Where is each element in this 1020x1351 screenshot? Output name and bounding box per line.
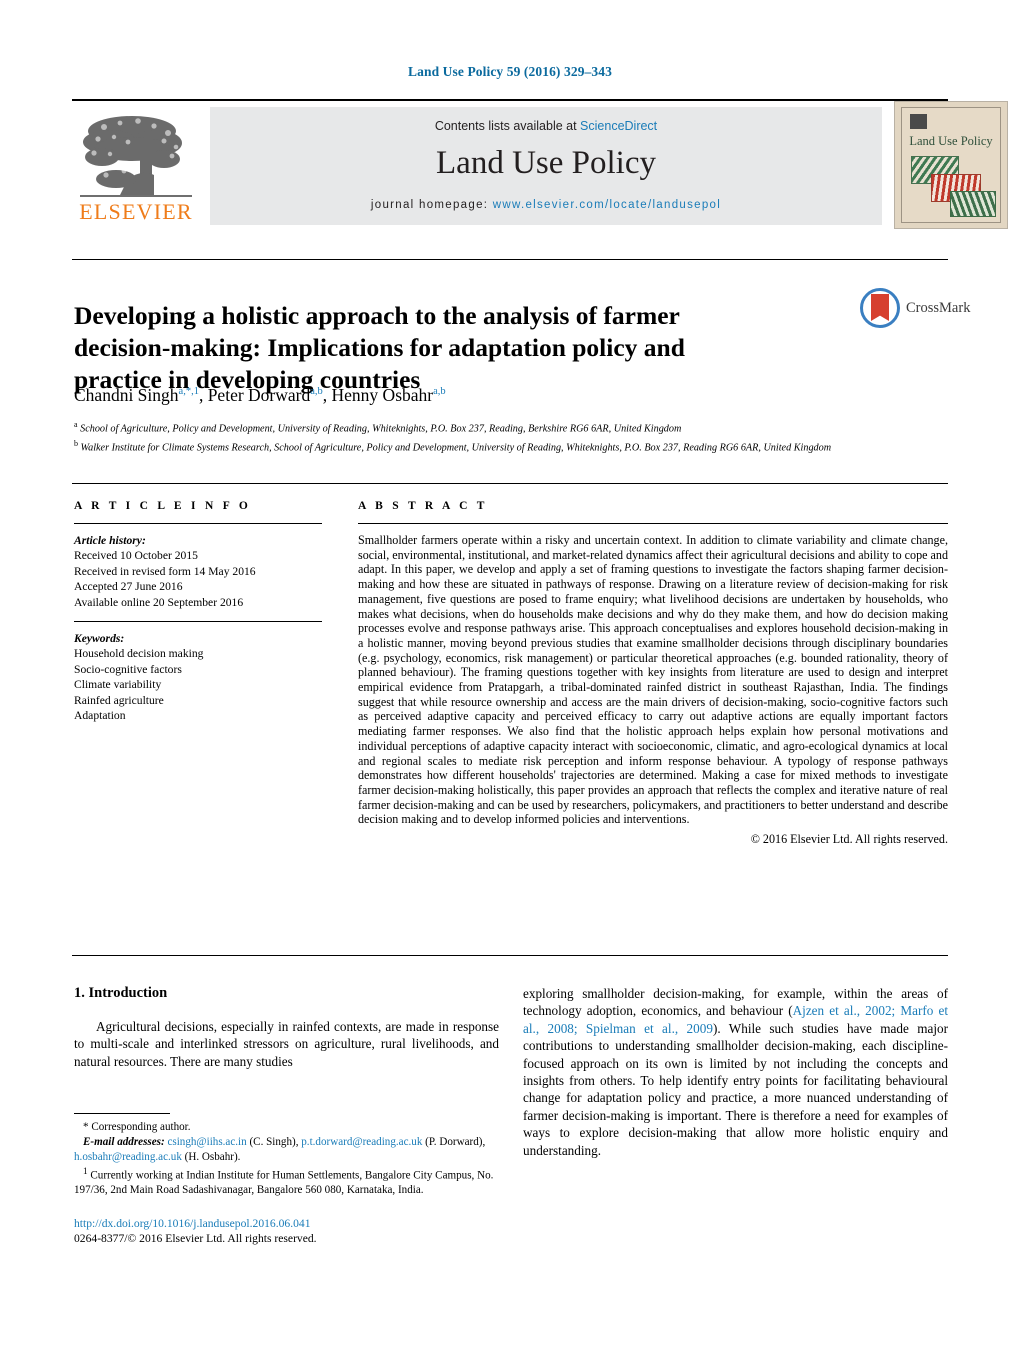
email-link-0[interactable]: csingh@iihs.ac.in (167, 1136, 246, 1148)
author-sep-1: , (322, 385, 332, 405)
email-label: E-mail addresses: (83, 1136, 165, 1149)
history-item-0: Received 10 October 2015 (74, 549, 198, 563)
affiliation-text-a: School of Agriculture, Policy and Develo… (80, 423, 682, 435)
keyword-1: Socio-cognitive factors (74, 662, 182, 676)
footnote-block: * Corresponding author. E-mail addresses… (74, 1120, 499, 1199)
elsevier-logo: ELSEVIER (72, 107, 200, 227)
paper-page: Land Use Policy 59 (2016) 329–343 ELSEVI… (0, 0, 1020, 1351)
crossmark-label: CrossMark (906, 300, 971, 316)
article-info-rule (74, 523, 322, 524)
history-item-3: Available online 20 September 2016 (74, 595, 244, 609)
journal-band: Contents lists available at ScienceDirec… (210, 107, 882, 225)
running-head: Land Use Policy 59 (2016) 329–343 (408, 64, 612, 79)
article-history-label: Article history: (74, 534, 146, 547)
crossmark-badge[interactable]: CrossMark (860, 288, 970, 330)
keywords-group: Keywords: Household decision making Soci… (74, 631, 324, 723)
doi-link[interactable]: http://dx.doi.org/10.1016/j.landusepol.2… (74, 1216, 574, 1231)
author-sep-0: , (198, 385, 208, 405)
email-note: E-mail addresses: csingh@iihs.ac.in (C. … (74, 1136, 486, 1163)
article-info-column: A R T I C L E I N F O Article history: R… (74, 500, 324, 723)
title-separator-rule (72, 259, 948, 260)
keyword-4: Adaptation (74, 709, 126, 723)
email-owner-0: (C. Singh) (249, 1136, 296, 1149)
affiliation-list: a School of Agriculture, Policy and Deve… (74, 418, 934, 456)
contents-list-line: Contents lists available at ScienceDirec… (210, 119, 882, 133)
history-item-2: Accepted 27 June 2016 (74, 580, 183, 594)
author-list: Chandni Singha,*,1, Peter Dorwarda,b, He… (74, 385, 794, 406)
author-name-2: Henny Osbahr (331, 385, 434, 405)
author-name-0: Chandni Singh (74, 385, 179, 405)
issn-copyright-line: 0264-8377/© 2016 Elsevier Ltd. All right… (74, 1232, 317, 1245)
cover-publisher-mark-icon (910, 114, 927, 129)
info-top-rule (72, 483, 948, 484)
sciencedirect-link[interactable]: ScienceDirect (580, 119, 657, 133)
keywords-rule (74, 621, 322, 623)
elsevier-logo-rule (80, 195, 192, 197)
abstract-column: A B S T R A C T Smallholder farmers oper… (358, 500, 948, 847)
abstract-rule (358, 523, 948, 524)
author-marks-0: a,*,1 (178, 386, 199, 398)
intro-paragraph-left: Agricultural decisions, especially in ra… (74, 1019, 499, 1069)
affiliation-mark-a: a (74, 420, 78, 429)
section-heading-introduction: 1. Introduction (74, 985, 168, 1001)
cover-photo-3 (950, 191, 996, 217)
keyword-0: Household decision making (74, 647, 204, 661)
abstract-heading: A B S T R A C T (358, 500, 488, 512)
author-marks-1: a,b (310, 386, 323, 398)
page-title: Developing a holistic approach to the an… (74, 301, 685, 395)
elsevier-tree-icon (83, 116, 182, 195)
intro-right-post: ). While such studies have made major co… (523, 1020, 948, 1158)
affiliation-a: a School of Agriculture, Policy and Deve… (74, 418, 934, 437)
intro-paragraph-right: exploring smallholder decision-making, f… (523, 985, 948, 1159)
article-info-heading: A R T I C L E I N F O (74, 500, 252, 512)
footnote-rule (74, 1113, 170, 1114)
email-link-2[interactable]: h.osbahr@reading.ac.uk (74, 1151, 182, 1163)
masthead-top-rule (72, 99, 948, 101)
elsevier-wordmark: ELSEVIER (79, 199, 193, 224)
author-name-1: Peter Dorward (207, 385, 311, 405)
homepage-label: journal homepage: (370, 199, 489, 211)
body-separator-rule (72, 955, 948, 956)
current-affiliation-text: Currently working at Indian Institute fo… (74, 1169, 494, 1197)
current-affiliation-note: 1 Currently working at Indian Institute … (74, 1165, 499, 1198)
author-marks-2: a,b (433, 386, 446, 398)
cover-inner-frame: Land Use Policy (901, 107, 1001, 223)
email-owner-2: (H. Osbahr). (184, 1150, 241, 1163)
footnote-mark-1: 1 (83, 1167, 88, 1178)
abstract-text: Smallholder farmers operate within a ris… (358, 533, 948, 827)
affiliation-text-b: Walker Institute for Climate Systems Res… (80, 442, 832, 454)
email-link-1[interactable]: p.t.dorward@reading.ac.uk (301, 1136, 422, 1148)
article-history-group: Article history: Received 10 October 201… (74, 533, 324, 610)
abstract-copyright: © 2016 Elsevier Ltd. All rights reserved… (750, 832, 948, 847)
affiliation-b: b Walker Institute for Climate Systems R… (74, 437, 934, 456)
body-column-left: 1. Introduction Agricultural decisions, … (74, 985, 499, 1070)
keyword-2: Climate variability (74, 678, 162, 692)
email-owner-1: (P. Dorward) (425, 1136, 483, 1149)
corresponding-author-note: * Corresponding author. (83, 1121, 191, 1133)
page-footer: http://dx.doi.org/10.1016/j.landusepol.2… (74, 1216, 574, 1246)
keyword-3: Rainfed agriculture (74, 693, 164, 707)
journal-cover-thumbnail[interactable]: Land Use Policy (894, 101, 1008, 229)
journal-masthead: ELSEVIER Contents lists available at Sci… (72, 99, 1008, 229)
affiliation-mark-b: b (74, 438, 78, 448)
cover-journal-title: Land Use Policy (909, 134, 993, 148)
history-item-1: Received in revised form 14 May 2016 (74, 564, 256, 578)
journal-title: Land Use Policy (436, 145, 656, 181)
keywords-label: Keywords: (74, 632, 125, 646)
homepage-url-link[interactable]: www.elsevier.com/locate/landusepol (493, 199, 721, 211)
journal-homepage-line: journal homepage: www.elsevier.com/locat… (210, 199, 882, 211)
body-column-right: exploring smallholder decision-making, f… (523, 985, 948, 1159)
contents-prefix: Contents lists available at (434, 119, 581, 133)
